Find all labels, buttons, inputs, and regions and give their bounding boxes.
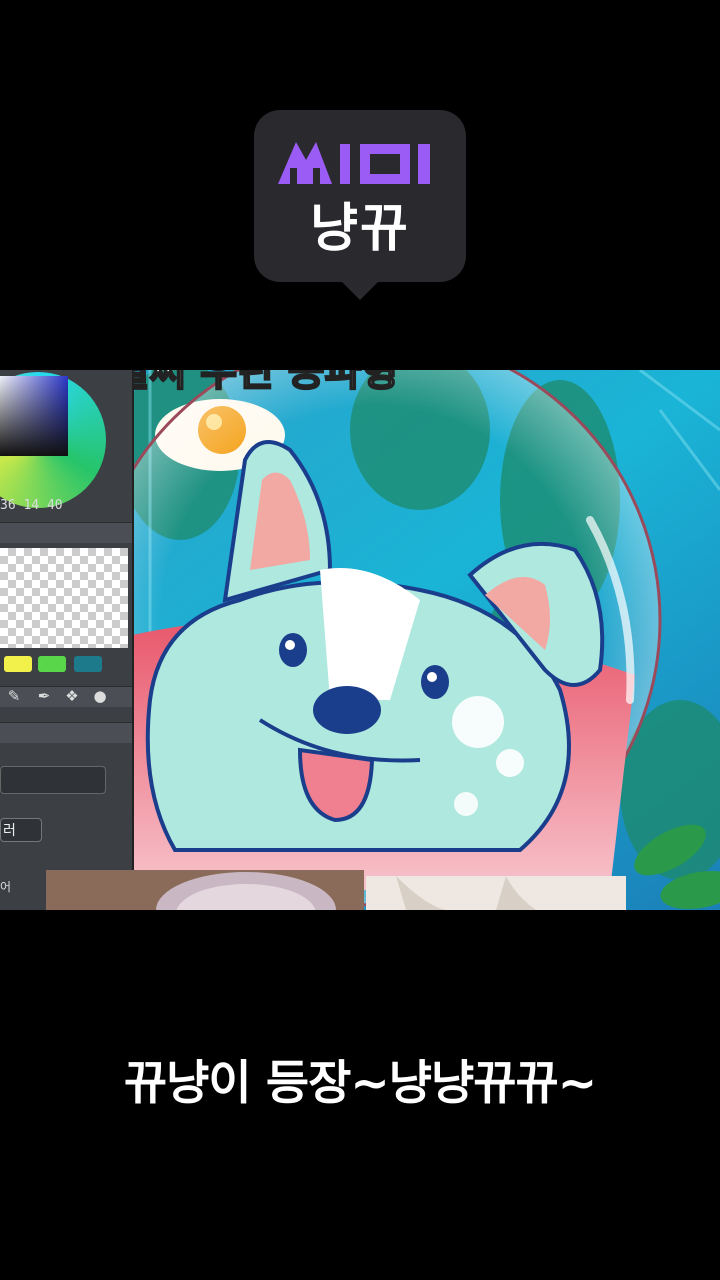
thumbnail-character-b[interactable] xyxy=(366,876,626,910)
hsv-readout: 36 14 40 xyxy=(0,498,63,513)
option-row[interactable] xyxy=(0,722,132,743)
bubble-tail xyxy=(341,281,379,300)
color-swatch-yellow[interactable] xyxy=(4,656,32,672)
color-swatch-teal[interactable] xyxy=(74,656,102,672)
channel-logo xyxy=(278,142,430,184)
channel-badge: 냥뀨 xyxy=(254,110,466,300)
drop-icon[interactable]: ● xyxy=(90,686,110,706)
color-picker-square[interactable] xyxy=(0,376,68,456)
color-swatch-green[interactable] xyxy=(38,656,66,672)
layer-preview xyxy=(0,548,128,648)
video-frame[interactable]: 잘 될써 우린 공파형 36 14 40 ✎ ✒ ❖ ● 러 어 xyxy=(0,370,720,910)
pen-icon[interactable]: ✒ xyxy=(34,686,54,706)
brush-icon[interactable]: ✎ xyxy=(4,686,24,706)
panel-tab-row[interactable] xyxy=(0,522,132,543)
thumbnail-character-a[interactable] xyxy=(46,870,364,910)
overlay-caption: 잘 될써 우린 공파형 xyxy=(61,370,399,395)
paint-tool-panel: 36 14 40 ✎ ✒ ❖ ● 러 어 xyxy=(0,370,134,910)
layer-dropdown[interactable]: 러 xyxy=(0,818,42,842)
video-subtitle: 뀨냥이 등장~냥냥뀨뀨~ xyxy=(123,1056,597,1111)
blend-mode-select[interactable] xyxy=(0,766,106,794)
channel-name: 냥뀨 xyxy=(310,199,410,259)
panel-bottom-label: 어 xyxy=(0,880,12,894)
blend-icon[interactable]: ❖ xyxy=(62,686,82,706)
